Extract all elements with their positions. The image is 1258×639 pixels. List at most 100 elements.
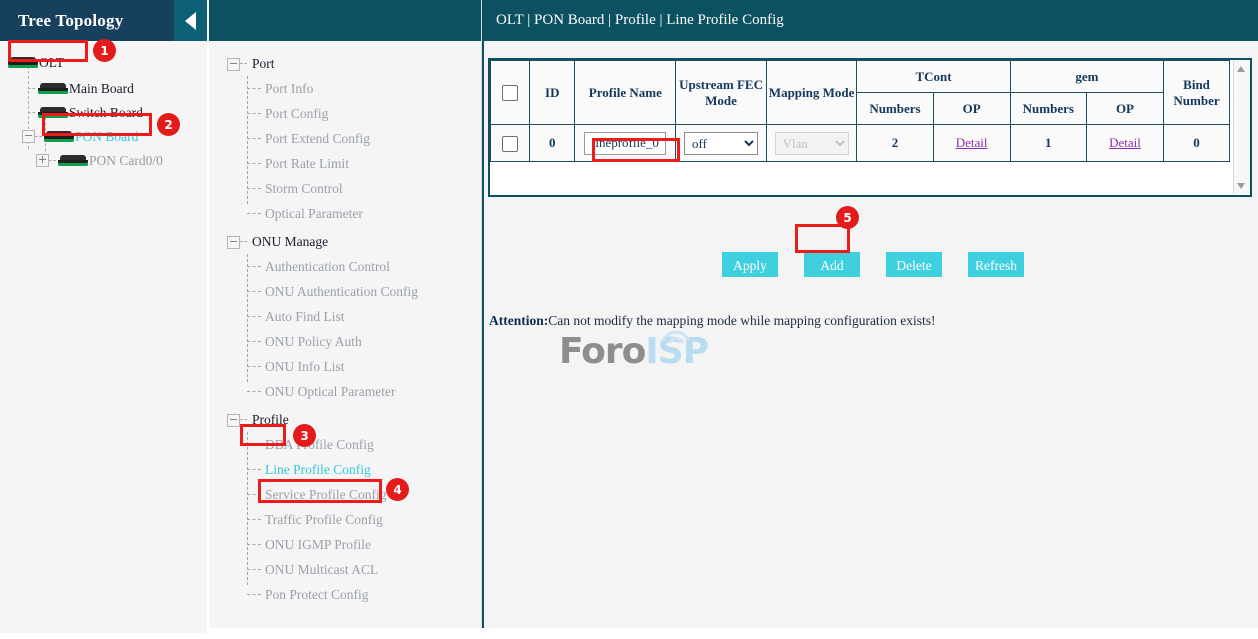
tree-node-label: Switch Board [69,105,143,121]
header-tcont-numbers: Numbers [857,93,933,125]
header-profile-name: Profile Name [575,61,676,125]
tree-node-label: OLT [39,55,64,71]
tree-connector-line [247,519,261,521]
tree-connector-line [247,88,261,90]
device-icon [8,57,38,69]
menu-item-label: Port Extend Config [265,131,370,147]
triangle-down-icon[interactable] [1237,183,1245,189]
collapse-minus-icon[interactable] [22,130,35,143]
menu-item-port-config[interactable]: Port Config [209,101,481,126]
annotation-badge-3: 3 [293,424,316,447]
collapse-minus-icon[interactable] [227,414,240,427]
annotation-badge-5: 5 [836,206,859,229]
row-select-checkbox[interactable] [502,136,518,152]
menu-group-port[interactable]: Port [209,52,481,76]
annotation-badge-4: 4 [386,478,409,501]
breadcrumb: OLT | PON Board | Profile | Line Profile… [484,0,1258,41]
menu-item-line-profile-config[interactable]: Line Profile Config [209,457,481,482]
device-icon [58,155,88,167]
tcont-detail-link[interactable]: Detail [956,135,988,150]
select-all-checkbox[interactable] [502,85,518,101]
upstream-fec-mode-select[interactable]: off [684,132,758,155]
header-tcont: TCont [857,61,1010,93]
cell-profile-name [575,125,676,162]
tree-connector-line [247,113,261,115]
refresh-button[interactable]: Refresh [968,252,1024,277]
annotation-badge-1: 1 [93,39,116,62]
menu-item-label: ONU Optical Parameter [265,384,395,400]
action-button-row: Apply Add Delete Refresh [722,252,1024,277]
menu-item-onu-optical-parameter[interactable]: ONU Optical Parameter [209,379,481,404]
tree-connector-line [247,163,261,165]
tree-connector-line [247,544,261,546]
menu-item-label: Storm Control [265,181,343,197]
menu-item-label: Port Rate Limit [265,156,349,172]
menu-item-onu-igmp-profile[interactable]: ONU IGMP Profile [209,532,481,557]
tree-collapse-button[interactable] [174,0,207,41]
menu-item-dba-profile-config[interactable]: DBA Profile Config [209,432,481,457]
tree-topology-panel: Tree Topology OLT Main Board [0,0,209,628]
menu-item-port-rate-limit[interactable]: Port Rate Limit [209,151,481,176]
menu-item-label: Traffic Profile Config [265,512,383,528]
menu-item-onu-policy-auth[interactable]: ONU Policy Auth [209,329,481,354]
menu-item-label: Auto Find List [265,309,345,325]
menu-item-label: ONU Multicast ACL [265,562,378,578]
apply-button[interactable]: Apply [722,252,778,277]
menu-item-port-info[interactable]: Port Info [209,76,481,101]
triangle-up-icon[interactable] [1237,66,1245,72]
menu-item-label: ONU Policy Auth [265,334,362,350]
line-profile-table: ID Profile Name Upstream FEC Mode Mappin… [490,60,1230,162]
tree-connector-line [247,341,261,343]
menu-item-auto-find-list[interactable]: Auto Find List [209,304,481,329]
foroisp-watermark: ForoISP [559,331,708,372]
menu-item-authentication-control[interactable]: Authentication Control [209,254,481,279]
tree-connector-line [247,444,261,446]
delete-button[interactable]: Delete [886,252,942,277]
menu-group-profile-items: DBA Profile Config Line Profile Config S… [209,432,481,607]
menu-item-label: Optical Parameter [265,206,363,222]
table-vertical-scrollbar[interactable] [1233,61,1249,194]
menu-item-port-extend-config[interactable]: Port Extend Config [209,126,481,151]
menu-item-traffic-profile-config[interactable]: Traffic Profile Config [209,507,481,532]
profile-name-input[interactable] [584,132,666,155]
collapse-minus-icon[interactable] [227,236,240,249]
tree-topology-header: Tree Topology [0,0,207,41]
menu-item-label: DBA Profile Config [265,437,374,453]
collapse-minus-icon[interactable] [227,58,240,71]
menu-item-onu-info-list[interactable]: ONU Info List [209,354,481,379]
cell-tcont-op: Detail [933,125,1010,162]
tree-connector-line [247,366,261,368]
expand-plus-icon[interactable] [36,154,49,167]
tree-connector-line [28,88,35,90]
gem-detail-link[interactable]: Detail [1109,135,1141,150]
menu-item-label: Authentication Control [265,259,390,275]
tree-connector-line [247,213,261,215]
header-mapping-mode: Mapping Mode [766,61,857,125]
tree-node-pon-card[interactable]: PON Card0/0 [0,149,207,172]
tree-connector-line [247,569,261,571]
menu-group-onu-items: Authentication Control ONU Authenticatio… [209,254,481,404]
menu-item-pon-protect-config[interactable]: Pon Protect Config [209,582,481,607]
add-button[interactable]: Add [804,252,860,277]
tree-node-label: Main Board [69,81,134,97]
menu-group-onu-manage[interactable]: ONU Manage [209,230,481,254]
menu-group-label: ONU Manage [252,234,328,250]
tree-connector-line [240,419,247,421]
menu-item-service-profile-config[interactable]: Service Profile Config [209,482,481,507]
table-empty-space [490,162,1250,195]
content-area: ID Profile Name Upstream FEC Mode Mappin… [484,41,1258,628]
menu-item-label: Pon Protect Config [265,587,369,603]
menu-group-profile[interactable]: Profile [209,408,481,432]
tree-node-main-board[interactable]: Main Board [0,77,207,100]
tree-connector-line [247,138,261,140]
tree-node-label: PON Board [75,129,138,145]
menu-item-optical-parameter[interactable]: Optical Parameter [209,201,481,226]
tree-connector-line [247,494,261,496]
menu-item-onu-authentication-config[interactable]: ONU Authentication Config [209,279,481,304]
triangle-left-icon [185,12,196,30]
tree-node-label: PON Card0/0 [89,153,163,169]
menu-item-label: Line Profile Config [265,462,371,478]
menu-item-onu-multicast-acl[interactable]: ONU Multicast ACL [209,557,481,582]
menu-item-storm-control[interactable]: Storm Control [209,176,481,201]
application-window: Tree Topology OLT Main Board [0,0,1258,628]
